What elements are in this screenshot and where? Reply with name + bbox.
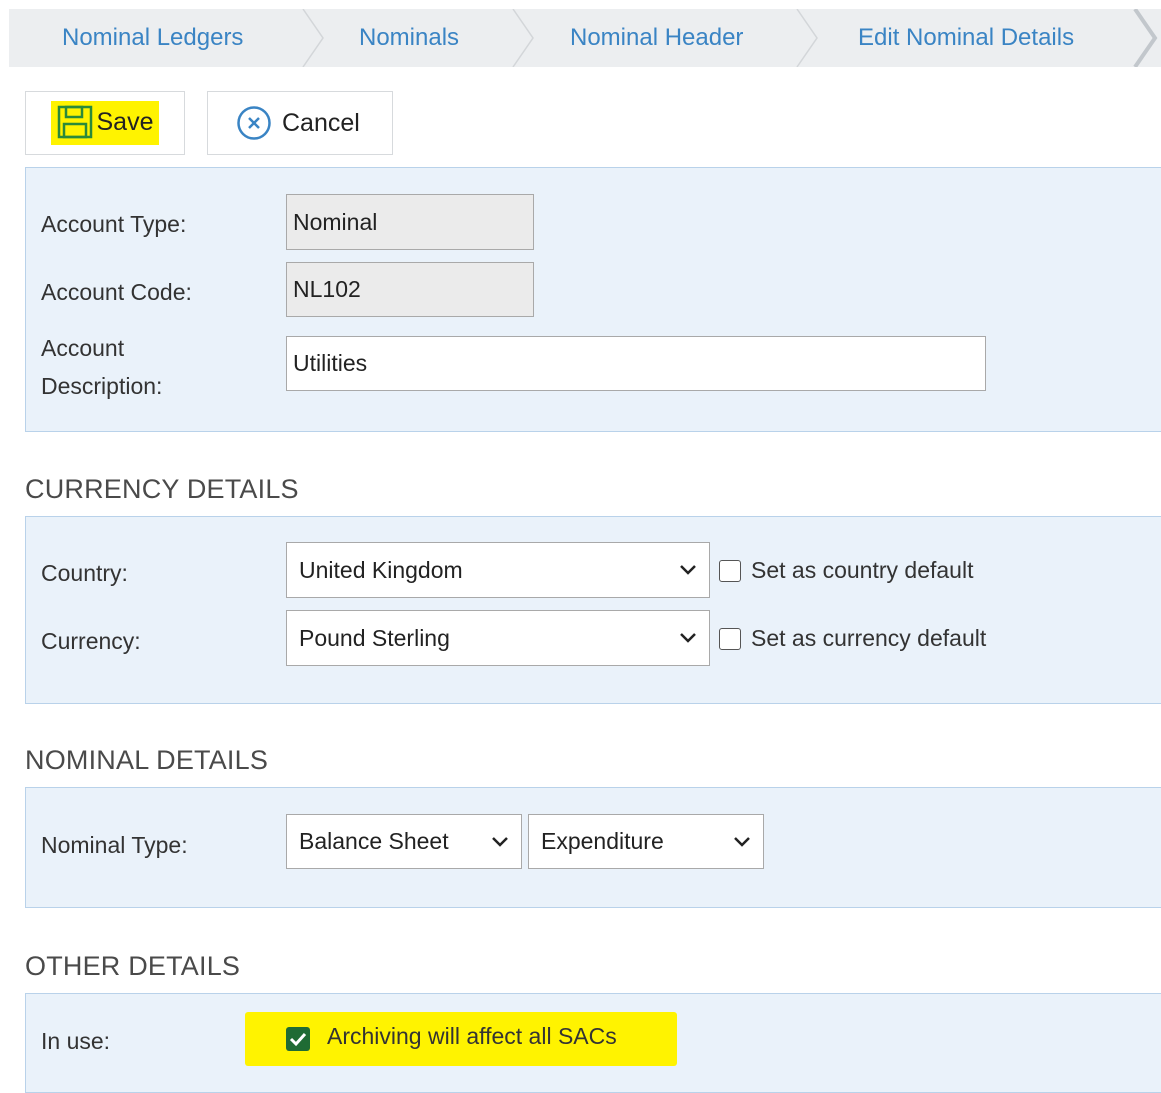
breadcrumb-nominal-header[interactable]: Nominal Header [570,9,743,67]
currency-select-value: Pound Sterling [299,624,450,651]
nominal-type-select-1[interactable]: Balance Sheet [286,814,522,869]
nominal-type-select-1-value: Balance Sheet [299,828,449,854]
cancel-circle-x-icon [237,106,271,140]
currency-select[interactable]: Pound Sterling [286,610,710,666]
account-type-field: Nominal [286,194,534,250]
save-button[interactable]: Save [25,91,185,155]
breadcrumb-nominal-ledgers[interactable]: Nominal Ledgers [62,9,243,67]
account-panel [25,167,1161,432]
chevron-down-icon [680,633,696,643]
archiving-label: Archiving will affect all SACs [327,1023,617,1049]
account-description-label: Account [41,335,125,361]
breadcrumb-separator-icon [1133,9,1158,67]
country-select[interactable]: United Kingdom [286,542,710,598]
breadcrumb-separator-icon [512,9,534,67]
account-code-field: NL102 [286,262,534,317]
nominal-details-title: NOMINAL DETAILS [25,745,269,775]
save-button-highlight: Save [50,101,160,145]
breadcrumb-nominals[interactable]: Nominals [359,9,459,67]
currency-details-title: CURRENCY DETAILS [25,474,299,504]
currency-default-label: Set as currency default [751,625,987,651]
currency-default-checkbox[interactable] [719,628,741,650]
breadcrumb-separator-icon [302,9,324,67]
breadcrumb: Nominal Ledgers Nominals Nominal Header … [9,9,1161,67]
cancel-label: Cancel [282,108,360,137]
country-default-checkbox[interactable] [719,560,741,582]
nominal-type-select-2-value: Expenditure [541,828,664,854]
breadcrumb-edit-nominal-details: Edit Nominal Details [858,24,1075,51]
save-icon [57,105,92,139]
breadcrumb-separator-icon [796,9,818,67]
checkmark-icon [289,1032,307,1047]
nominal-type-select-2[interactable]: Expenditure [528,814,764,869]
country-label: Country: [41,560,128,586]
nominal-type-label: Nominal Type: [41,832,188,858]
save-label: Save [96,107,154,136]
account-description-input[interactable]: Utilities [286,336,986,391]
country-default-label: Set as country default [751,557,974,583]
account-description-label-2: Description: [41,373,163,399]
other-details-title: OTHER DETAILS [25,951,241,981]
archiving-checkbox[interactable] [286,1027,310,1051]
in-use-label: In use: [41,1028,111,1054]
country-select-value: United Kingdom [299,556,463,583]
chevron-down-icon [680,565,696,575]
account-type-label: Account Type: [41,211,187,237]
cancel-button[interactable]: Cancel [207,91,393,155]
currency-label: Currency: [41,628,141,654]
chevron-down-icon [492,836,508,847]
chevron-down-icon [734,836,750,847]
account-code-label: Account Code: [41,279,192,305]
